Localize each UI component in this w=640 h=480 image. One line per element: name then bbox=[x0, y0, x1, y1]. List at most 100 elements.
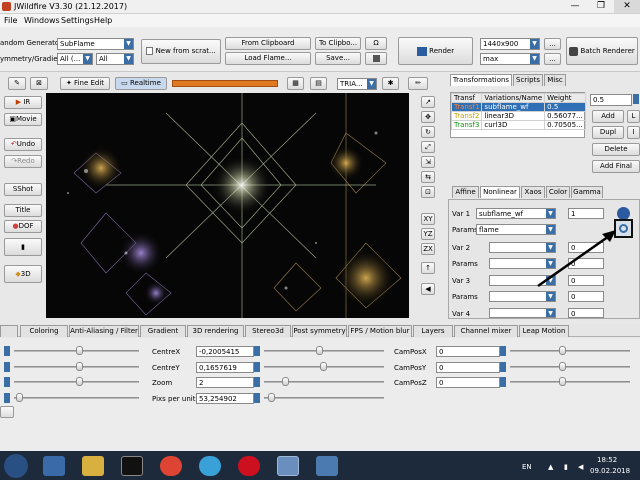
slider-thumb[interactable] bbox=[268, 393, 275, 402]
tab-camera[interactable] bbox=[0, 325, 18, 337]
duplicate-button[interactable]: Dupl bbox=[592, 126, 624, 139]
centre-y-input[interactable]: 0,1657619 bbox=[196, 362, 254, 373]
spinner[interactable] bbox=[4, 346, 10, 356]
tab-transformations[interactable]: Transformations bbox=[450, 74, 512, 86]
slider-thumb[interactable] bbox=[316, 346, 323, 355]
tab-color[interactable]: Color bbox=[546, 186, 570, 198]
slider-track[interactable] bbox=[510, 381, 630, 383]
slider-thumb[interactable] bbox=[559, 362, 566, 371]
tab-3d-rendering[interactable]: 3D rendering bbox=[187, 325, 244, 337]
reset-button[interactable] bbox=[0, 406, 14, 418]
pixels-per-unit-input[interactable]: 53,254902 bbox=[196, 393, 254, 404]
tab-fps-motion-blur[interactable]: FPS / Motion blur bbox=[348, 325, 412, 337]
folder-icon[interactable] bbox=[82, 456, 104, 476]
slider-track[interactable] bbox=[510, 366, 630, 368]
from-clipboard-button[interactable]: From Clipboard bbox=[225, 37, 311, 50]
fine-edit-button[interactable]: ✦ Fine Edit bbox=[60, 77, 110, 90]
scale-icon[interactable]: ⤢ bbox=[421, 141, 435, 153]
table-row[interactable]: Transf2 linear3D 0.56077... bbox=[450, 111, 586, 121]
delete-button[interactable]: Delete bbox=[592, 143, 640, 156]
media-icon[interactable] bbox=[43, 456, 65, 476]
shear-icon[interactable]: ⇲ bbox=[421, 156, 435, 168]
palette-icon[interactable]: ✱ bbox=[382, 77, 399, 90]
dof-button[interactable]: ●DOF bbox=[4, 220, 42, 233]
spinner[interactable] bbox=[4, 362, 10, 372]
minimize-button[interactable]: — bbox=[562, 0, 588, 13]
resolution-more-button[interactable]: ... bbox=[544, 38, 561, 50]
menu-help[interactable]: Help bbox=[94, 16, 112, 25]
tab-post-symmetry[interactable]: Post symmetry bbox=[292, 325, 347, 337]
slider-thumb[interactable] bbox=[76, 377, 83, 386]
tab-xaos[interactable]: Xaos bbox=[521, 186, 545, 198]
tab-layers[interactable]: Layers bbox=[413, 325, 453, 337]
variation-amount[interactable]: 0 bbox=[568, 308, 604, 318]
tab-leap-motion[interactable]: Leap Motion bbox=[519, 325, 569, 337]
tab-anti-aliasing[interactable]: Anti-Aliasing / Filter bbox=[69, 325, 139, 337]
tab-gradient[interactable]: Gradient bbox=[140, 325, 186, 337]
title-button[interactable]: Title bbox=[4, 204, 42, 217]
tab-gamma[interactable]: Gamma bbox=[571, 186, 603, 198]
variation-select[interactable]: subflame_wf ▼ bbox=[476, 208, 556, 219]
batch-renderer-button[interactable]: Batch Renderer bbox=[566, 37, 638, 65]
spinner[interactable] bbox=[4, 377, 10, 387]
weight-input[interactable]: 0.5 bbox=[590, 94, 632, 106]
spinner[interactable] bbox=[500, 377, 506, 387]
quality-more-button[interactable]: ... bbox=[544, 53, 561, 65]
add-button[interactable]: Add bbox=[592, 110, 624, 123]
table-row[interactable]: Transf1 subflame_wf 0.5 bbox=[450, 102, 586, 112]
rotate-icon[interactable]: ↻ bbox=[421, 126, 435, 138]
realtime-toggle[interactable]: ▭ Realtime bbox=[115, 77, 167, 90]
slider-track[interactable] bbox=[264, 350, 384, 352]
threed-button[interactable]: ◆3D bbox=[4, 265, 42, 283]
slider-thumb[interactable] bbox=[320, 362, 327, 371]
undo-button[interactable]: ↶Undo bbox=[4, 138, 42, 151]
java-icon[interactable] bbox=[277, 456, 299, 476]
tab-misc[interactable]: Misc bbox=[544, 74, 566, 86]
slider-thumb[interactable] bbox=[16, 393, 23, 402]
slider-thumb[interactable] bbox=[282, 377, 289, 386]
to-clipboard-button[interactable]: To Clipbo... bbox=[315, 37, 361, 50]
l-button[interactable]: L bbox=[627, 110, 640, 123]
panda-icon[interactable] bbox=[121, 456, 143, 476]
language-indicator[interactable]: EN bbox=[522, 463, 532, 471]
arrow-up-icon[interactable]: ↑ bbox=[421, 262, 435, 274]
slider-track[interactable] bbox=[14, 397, 139, 399]
load-flame-button[interactable]: Load Flame... bbox=[225, 52, 311, 65]
random-generator-select[interactable]: SubFlame ▼ bbox=[57, 38, 134, 50]
clock-date[interactable]: 09.02.2018 bbox=[590, 467, 630, 475]
sshot-button[interactable]: SShot bbox=[4, 183, 42, 196]
slider-track[interactable] bbox=[510, 350, 630, 352]
phone-button[interactable]: ▮ bbox=[4, 238, 42, 256]
volume-icon[interactable]: ◀ bbox=[578, 463, 583, 471]
opera-icon[interactable] bbox=[238, 456, 260, 476]
symmetry-select[interactable]: All (... ▼ bbox=[57, 53, 93, 65]
menu-settings[interactable]: Settings bbox=[61, 16, 94, 25]
clock-time[interactable]: 18:52 bbox=[597, 456, 617, 464]
variation-amount[interactable]: 1 bbox=[568, 208, 604, 219]
telegram-icon[interactable] bbox=[199, 456, 221, 476]
add-final-button[interactable]: Add Final bbox=[592, 160, 640, 173]
spinner[interactable] bbox=[500, 362, 506, 372]
campos-z-input[interactable]: 0 bbox=[436, 377, 500, 388]
params-select[interactable]: ▼ bbox=[489, 291, 556, 302]
tab-scripts[interactable]: Scripts bbox=[513, 74, 543, 86]
maximize-button[interactable]: ❐ bbox=[588, 0, 614, 13]
spinner[interactable] bbox=[500, 346, 506, 356]
save-button[interactable]: Save... bbox=[315, 52, 361, 65]
triangle-mode-select[interactable]: TRIA... ▼ bbox=[337, 78, 377, 90]
tray-arrow-icon[interactable]: ▲ bbox=[548, 463, 553, 471]
tab-channel-mixer[interactable]: Channel mixer bbox=[454, 325, 518, 337]
slider-thumb[interactable] bbox=[559, 346, 566, 355]
move-icon[interactable]: ✥ bbox=[421, 111, 435, 123]
node-icon[interactable]: ⊡ bbox=[421, 186, 435, 198]
ir-button[interactable]: ▶ IR bbox=[4, 96, 42, 109]
axis-xy-button[interactable]: XY bbox=[421, 213, 435, 225]
spinner[interactable] bbox=[254, 346, 260, 356]
i-button[interactable]: I bbox=[627, 126, 640, 139]
quality-select[interactable]: max ▼ bbox=[480, 53, 540, 65]
chrome-icon[interactable] bbox=[160, 456, 182, 476]
zoom-input[interactable]: 2 bbox=[196, 377, 254, 388]
edit-icon[interactable]: ✎ bbox=[8, 77, 26, 90]
redo-button[interactable]: ↷Redo bbox=[4, 155, 42, 168]
close-button[interactable]: ✕ bbox=[614, 0, 640, 13]
